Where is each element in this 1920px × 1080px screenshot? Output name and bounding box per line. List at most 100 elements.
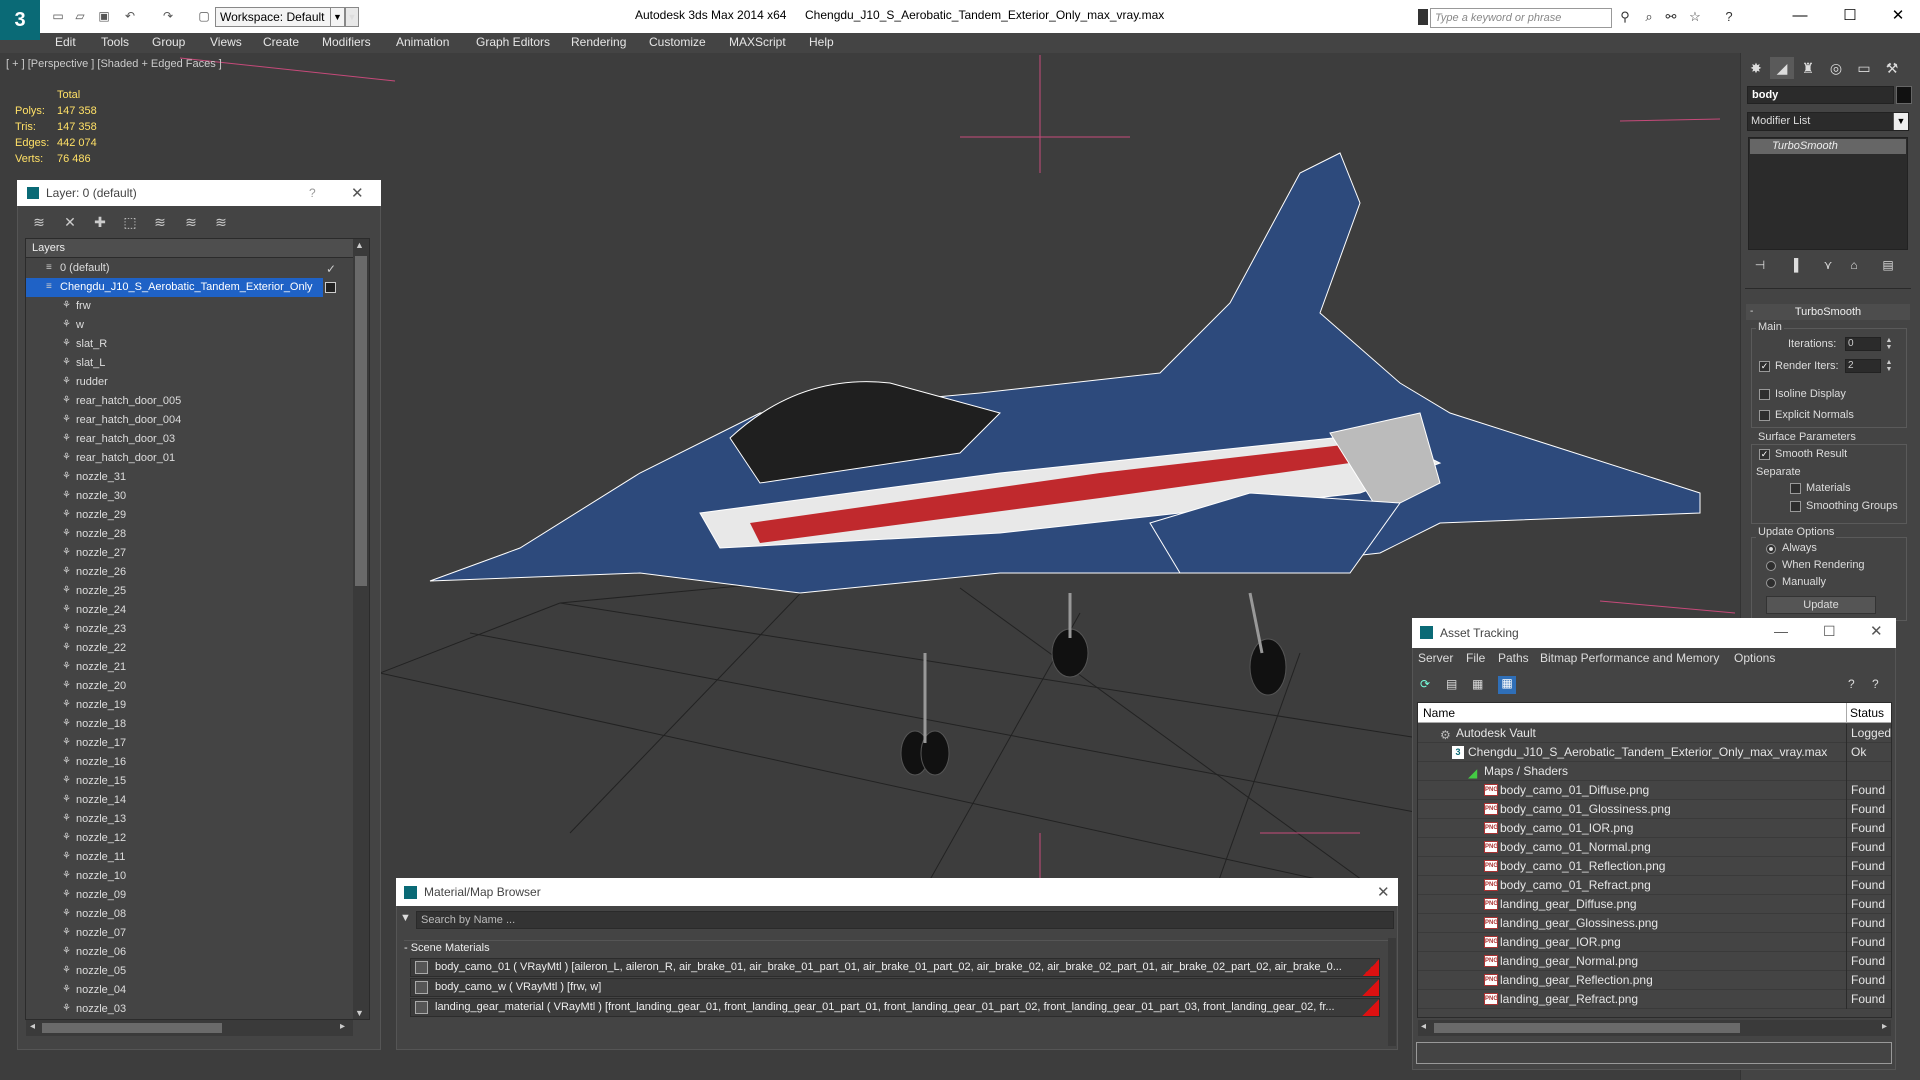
help-icon[interactable]: ? [1848, 677, 1864, 693]
material-options-icon[interactable]: ▼ [400, 912, 411, 924]
search-icon[interactable]: ⌕ [1640, 9, 1658, 25]
layer-object-row[interactable]: ⚘ rear_hatch_door_005 [26, 392, 353, 411]
show-end-result-icon[interactable]: ▐ [1784, 258, 1804, 276]
layer-object-row[interactable]: ⚘ nozzle_28 [26, 525, 353, 544]
layer-object-row[interactable]: ⚘ rudder [26, 373, 353, 392]
redo-icon[interactable]: ↷ [160, 8, 176, 24]
layer-object-row[interactable]: ⚘ nozzle_08 [26, 905, 353, 924]
scene-materials-section[interactable] [404, 940, 1394, 958]
layer-object-row[interactable]: ⚘ slat_L [26, 354, 353, 373]
layer-object-row[interactable]: ⚘ nozzle_20 [26, 677, 353, 696]
layer-object-row[interactable]: ⚘ nozzle_12 [26, 829, 353, 848]
menu-graph-editors[interactable]: Graph Editors [476, 35, 550, 49]
layer-row-scene[interactable]: ≡ Chengdu_J10_S_Aerobatic_Tandem_Exterior… [26, 278, 323, 297]
material-search-input[interactable]: Search by Name ... [416, 911, 1394, 929]
layer-object-row[interactable]: ⚘ rear_hatch_door_03 [26, 430, 353, 449]
spinner-arrows-icon[interactable]: ▲ ▼ [1884, 359, 1894, 373]
new-file-icon[interactable]: ▭ [50, 8, 66, 24]
search-input[interactable]: Type a keyword or phrase [1430, 8, 1612, 28]
separate-smoothing-groups-checkbox[interactable] [1790, 501, 1801, 512]
workspace-menu-button[interactable]: ▼ [345, 7, 359, 27]
menu-maxscript[interactable]: MAXScript [729, 35, 786, 49]
asset-menu-bitmap[interactable]: Bitmap Performance and Memory [1540, 651, 1719, 665]
maximize-icon[interactable]: ☐ [1830, 4, 1870, 28]
rollout-collapse-icon[interactable]: - [1750, 306, 1753, 317]
layer-object-row[interactable]: ⚘ nozzle_23 [26, 620, 353, 639]
layer-highlight-icon[interactable]: ≋ [149, 212, 171, 232]
create-tab-icon[interactable]: ✸ [1744, 57, 1768, 79]
layer-object-row[interactable]: ⚘ nozzle_10 [26, 867, 353, 886]
menu-views[interactable]: Views [210, 35, 242, 49]
utilities-tab-icon[interactable]: ⚒ [1880, 57, 1904, 79]
close-icon[interactable]: ✕ [1878, 4, 1918, 28]
viewport-label[interactable]: [ + ] [Perspective ] [Shaded + Edged Fac… [6, 58, 222, 70]
menu-animation[interactable]: Animation [396, 35, 449, 49]
layer-object-row[interactable]: ⚘ nozzle_03 [26, 1000, 353, 1019]
material-row[interactable]: landing_gear_material ( VRayMtl ) [front… [410, 998, 1380, 1017]
layer-object-row[interactable]: ⚘ nozzle_14 [26, 791, 353, 810]
asset-tracking-titlebar[interactable]: Asset Tracking — ☐ ✕ [1412, 618, 1896, 648]
asset-row[interactable]: PNG landing_gear_Normal.png Found [1418, 952, 1891, 971]
detail-view-icon[interactable]: ▦ [1472, 677, 1488, 693]
asset-menu-options[interactable]: Options [1734, 651, 1775, 665]
layer-object-row[interactable]: ⚘ frw [26, 297, 353, 316]
layer-object-row[interactable]: ⚘ nozzle_27 [26, 544, 353, 563]
binoculars-icon[interactable]: ⚲ [1616, 9, 1634, 25]
asset-menu-server[interactable]: Server [1418, 651, 1453, 665]
asset-menu-file[interactable]: File [1466, 651, 1485, 665]
asset-row[interactable]: ⚙ Autodesk Vault Logged [1418, 724, 1891, 743]
scroll-right-icon[interactable]: ▸ [1882, 1021, 1887, 1032]
layer-panel-titlebar[interactable]: Layer: 0 (default) ? ✕ [17, 180, 381, 206]
menu-rendering[interactable]: Rendering [571, 35, 626, 49]
layer-object-row[interactable]: ⚘ nozzle_11 [26, 848, 353, 867]
refresh-icon[interactable]: ⟳ [1420, 677, 1436, 693]
layer-object-row[interactable]: ⚘ nozzle_16 [26, 753, 353, 772]
object-name-field[interactable]: body [1747, 86, 1894, 104]
asset-row[interactable]: PNG body_camo_01_Normal.png Found [1418, 838, 1891, 857]
layer-scrollbar-thumb[interactable] [355, 256, 367, 586]
layer-object-row[interactable]: ⚘ rear_hatch_door_004 [26, 411, 353, 430]
layers-column-header[interactable]: Layers [26, 239, 353, 258]
scroll-left-icon[interactable]: ◂ [1421, 1021, 1426, 1032]
object-color-swatch[interactable] [1896, 86, 1912, 104]
remove-modifier-icon[interactable]: ⌂ [1844, 258, 1864, 276]
project-folder-icon[interactable]: ▢ [196, 8, 212, 24]
update-when-rendering-radio[interactable] [1766, 561, 1776, 571]
layer-object-row[interactable]: ⚘ slat_R [26, 335, 353, 354]
layer-object-row[interactable]: ⚘ w [26, 316, 353, 335]
iterations-spinner[interactable]: 0 [1845, 337, 1881, 351]
hierarchy-tab-icon[interactable]: ♜ [1796, 57, 1820, 79]
menu-tools[interactable]: Tools [101, 35, 129, 49]
modifier-list-dropdown[interactable]: Modifier List ▼ [1747, 112, 1909, 131]
render-iters-spinner[interactable]: 2 [1845, 359, 1881, 373]
layer-create-icon[interactable]: ≋ [28, 212, 50, 232]
menu-help[interactable]: Help [809, 35, 834, 49]
maximize-icon[interactable]: ☐ [1823, 623, 1836, 640]
layer-object-row[interactable]: ⚘ nozzle_17 [26, 734, 353, 753]
scroll-up-icon[interactable]: ▲ [355, 240, 364, 250]
column-header-status[interactable]: Status [1850, 706, 1884, 720]
layer-object-row[interactable]: ⚘ nozzle_09 [26, 886, 353, 905]
material-row[interactable]: body_camo_w ( VRayMtl ) [frw, w] [410, 978, 1380, 997]
scroll-right-icon[interactable]: ▸ [340, 1021, 345, 1032]
motion-tab-icon[interactable]: ◎ [1824, 57, 1848, 79]
layer-object-row[interactable]: ⚘ nozzle_31 [26, 468, 353, 487]
asset-status-field[interactable] [1416, 1042, 1892, 1064]
render-iters-checkbox[interactable]: ✓ [1759, 361, 1770, 372]
layer-object-row[interactable]: ⚘ nozzle_29 [26, 506, 353, 525]
scroll-down-icon[interactable]: ▼ [355, 1008, 364, 1018]
spinner-arrows-icon[interactable]: ▲ ▼ [1884, 337, 1894, 351]
asset-row[interactable]: PNG landing_gear_IOR.png Found [1418, 933, 1891, 952]
asset-menu-paths[interactable]: Paths [1498, 651, 1529, 665]
asset-row[interactable]: ◢ Maps / Shaders [1418, 762, 1891, 781]
display-tab-icon[interactable]: ▭ [1852, 57, 1876, 79]
material-browser-titlebar[interactable]: Material/Map Browser ✕ [396, 878, 1398, 906]
material-row[interactable]: body_camo_01 ( VRayMtl ) [aileron_L, ail… [410, 958, 1380, 977]
help-icon[interactable]: ? [1720, 9, 1738, 25]
menu-customize[interactable]: Customize [649, 35, 706, 49]
layer-object-row[interactable]: ⚘ nozzle_21 [26, 658, 353, 677]
layer-hscrollbar-thumb[interactable] [42, 1023, 222, 1033]
menu-group[interactable]: Group [152, 35, 185, 49]
asset-row[interactable]: PNG landing_gear_Diffuse.png Found [1418, 895, 1891, 914]
layer-object-row[interactable]: ⚘ nozzle_24 [26, 601, 353, 620]
